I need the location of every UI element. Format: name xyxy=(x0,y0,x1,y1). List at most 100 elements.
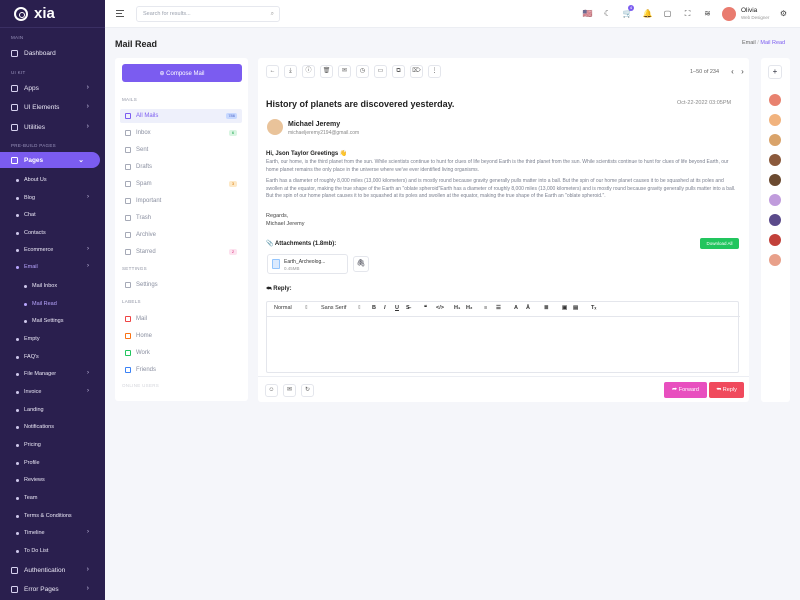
more-vertical-icon[interactable]: ⋮ xyxy=(428,65,441,78)
attachment-file[interactable]: Earth_Archeolog... 0.45MB xyxy=(267,254,348,274)
heading1-icon[interactable]: H₁ xyxy=(454,305,460,311)
contact-avatar[interactable] xyxy=(769,174,781,186)
sidebar-item-authentication[interactable]: Authentication › xyxy=(0,562,105,578)
mail-folder-important[interactable]: Important xyxy=(120,194,242,208)
mail-folder-drafts[interactable]: Drafts xyxy=(120,160,242,174)
bullet-list-icon[interactable]: ☰ xyxy=(496,305,501,311)
reply-button[interactable]: ⮪ Reply xyxy=(709,382,744,398)
code-icon[interactable]: </> xyxy=(436,305,444,311)
label-work[interactable]: Work xyxy=(120,346,242,360)
breadcrumb-email[interactable]: Email xyxy=(742,40,756,46)
contact-avatar[interactable] xyxy=(769,214,781,226)
fullscreen-icon[interactable]: ⛶ xyxy=(682,8,693,19)
search-input[interactable]: Search for results... ⌕ xyxy=(136,6,280,22)
clock-icon[interactable]: ◷ xyxy=(356,65,369,78)
gear-icon[interactable]: ⚙ xyxy=(778,8,789,19)
download-icon[interactable]: ⤓ xyxy=(284,65,297,78)
contact-avatar[interactable] xyxy=(769,94,781,106)
sidebar-sub-pricing[interactable]: Pricing xyxy=(0,438,105,452)
contact-avatar[interactable] xyxy=(769,134,781,146)
contact-avatar[interactable] xyxy=(769,234,781,246)
underline-icon[interactable]: U xyxy=(395,305,399,311)
mail-folder-sent[interactable]: Sent xyxy=(120,143,242,157)
refresh-icon[interactable]: ↻ xyxy=(301,384,314,397)
folder-icon[interactable]: ▭ xyxy=(374,65,387,78)
clear-format-icon[interactable]: Tₓ xyxy=(591,305,596,311)
trash-icon[interactable]: 🗑 xyxy=(320,65,333,78)
bell-icon[interactable]: 🔔 xyxy=(642,8,653,19)
label-friends[interactable]: Friends xyxy=(120,363,242,377)
label-mail[interactable]: Mail xyxy=(120,312,242,326)
sidebar-sub-mail-read[interactable]: Mail Read xyxy=(0,297,105,311)
paperclip-icon[interactable]: 🖇 xyxy=(353,256,369,272)
menu-toggle-icon[interactable] xyxy=(116,10,124,17)
mail-settings-link[interactable]: Settings xyxy=(120,278,242,292)
italic-icon[interactable]: I xyxy=(384,305,386,311)
sidebar-sub-faqs[interactable]: FAQ's xyxy=(0,350,105,364)
envelope-icon[interactable]: ✉ xyxy=(338,65,351,78)
mail-folder-all[interactable]: All Mails 786 xyxy=(120,109,242,123)
back-icon[interactable]: ← xyxy=(266,65,279,78)
sidebar-sub-file-manager[interactable]: File Manager › xyxy=(0,367,105,381)
download-all-button[interactable]: Download All xyxy=(700,238,739,249)
info-icon[interactable]: ⓘ xyxy=(302,65,315,78)
label-icon[interactable]: ⌦ xyxy=(410,65,423,78)
chevron-right-icon[interactable]: › xyxy=(737,66,748,77)
compose-mail-button[interactable]: ⊕ Compose Mail xyxy=(122,64,242,82)
highlight-icon[interactable]: Ā xyxy=(526,305,530,311)
forward-button[interactable]: ⮫ Forward xyxy=(664,382,707,398)
flag-icon[interactable]: 🇺🇸 xyxy=(582,8,593,19)
chat-icon[interactable]: ▢ xyxy=(662,8,673,19)
sidebar-sub-landing[interactable]: Landing xyxy=(0,403,105,417)
mail-folder-starred[interactable]: Starred 2 xyxy=(120,245,242,259)
bold-icon[interactable]: B xyxy=(372,305,376,311)
sidebar-item-pages[interactable]: Pages ⌄ xyxy=(0,152,100,168)
ordered-list-icon[interactable]: ≡ xyxy=(484,305,487,311)
sidebar-sub-blog[interactable]: Blog › xyxy=(0,191,105,205)
sidebar-sub-invoice[interactable]: Invoice › xyxy=(0,385,105,399)
mail-folder-spam[interactable]: Spam 3 xyxy=(120,177,242,191)
user-avatar[interactable] xyxy=(722,7,736,21)
sidebar-sub-terms[interactable]: Terms & Conditions xyxy=(0,509,105,523)
sidebar-item-utilities[interactable]: Utilities › xyxy=(0,119,105,135)
sidebar-sub-contacts[interactable]: Contacts xyxy=(0,226,105,240)
contact-avatar[interactable] xyxy=(769,194,781,206)
sidebar-sub-chat[interactable]: Chat xyxy=(0,208,105,222)
contact-avatar[interactable] xyxy=(769,114,781,126)
mail-folder-inbox[interactable]: Inbox 6 xyxy=(120,126,242,140)
emoji-icon[interactable]: ☺ xyxy=(265,384,278,397)
strike-icon[interactable]: S̶ xyxy=(406,305,410,311)
format-select[interactable]: Normal xyxy=(274,305,292,311)
envelope-open-icon[interactable]: ✉ xyxy=(283,384,296,397)
reply-editor[interactable]: Normal ⇕ Sans Serif ⇕ B I U S̶ ❝ </> H₁ … xyxy=(266,301,740,373)
sidebar-item-apps[interactable]: Apps › xyxy=(0,80,105,96)
app-logo[interactable]: xia xyxy=(0,0,105,28)
sidebar-sub-ecommerce[interactable]: Ecommerce › xyxy=(0,243,105,257)
add-contact-button[interactable]: + xyxy=(768,65,782,79)
sidebar-sub-email[interactable]: Email › xyxy=(0,260,105,274)
image-icon[interactable]: ▣ xyxy=(562,305,567,311)
align-icon[interactable]: ≣ xyxy=(544,305,549,311)
video-icon[interactable]: ▤ xyxy=(573,305,578,311)
sidebar-item-dashboard[interactable]: Dashboard xyxy=(0,45,105,61)
sidebar-item-error-pages[interactable]: Error Pages › xyxy=(0,581,105,597)
sidebar-sub-notifications[interactable]: Notifications xyxy=(0,420,105,434)
label-home[interactable]: Home xyxy=(120,329,242,343)
sidebar-sub-about[interactable]: About Us xyxy=(0,173,105,187)
contact-avatar[interactable] xyxy=(769,154,781,166)
copy-icon[interactable]: ⧉ xyxy=(392,65,405,78)
sidebar-sub-reviews[interactable]: Reviews xyxy=(0,473,105,487)
mail-folder-trash[interactable]: Trash xyxy=(120,211,242,225)
sidebar-sub-team[interactable]: Team xyxy=(0,491,105,505)
sidebar-sub-profile[interactable]: Profile xyxy=(0,456,105,470)
mail-folder-archive[interactable]: Archive xyxy=(120,228,242,242)
sidebar-sub-mail-settings[interactable]: Mail Settings xyxy=(0,314,105,328)
text-color-icon[interactable]: A xyxy=(514,305,518,311)
sidebar-sub-mail-inbox[interactable]: Mail Inbox xyxy=(0,279,105,293)
moon-icon[interactable]: ☾ xyxy=(602,8,613,19)
heading2-icon[interactable]: H₂ xyxy=(466,305,472,311)
sidebar-item-ui-elements[interactable]: UI Elements › xyxy=(0,99,105,115)
contact-avatar[interactable] xyxy=(769,254,781,266)
sidebar-sub-timeline[interactable]: Timeline › xyxy=(0,526,105,540)
apps-grid-icon[interactable]: ≋ xyxy=(702,8,713,19)
